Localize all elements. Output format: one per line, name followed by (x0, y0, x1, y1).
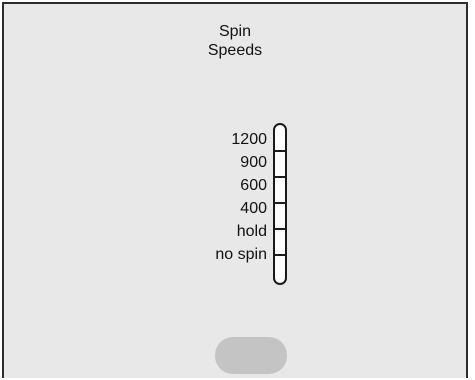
spin-speed-panel: Spin Speeds 1200 900 600 400 hold no spi… (2, 2, 468, 378)
indicator-divider (275, 176, 285, 178)
speed-option-1200[interactable]: 1200 (215, 128, 267, 151)
indicator-divider (275, 254, 285, 256)
speed-labels: 1200 900 600 400 hold no spin (215, 128, 267, 266)
indicator-divider (275, 202, 285, 204)
title-line-1: Spin (218, 23, 252, 40)
title-line-2: Speeds (207, 42, 263, 59)
select-button[interactable] (215, 337, 287, 374)
speed-option-600[interactable]: 600 (215, 174, 267, 197)
speed-option-900[interactable]: 900 (215, 151, 267, 174)
indicator-divider (275, 228, 285, 230)
panel-title: Spin Speeds (4, 22, 466, 60)
speed-option-no-spin[interactable]: no spin (215, 243, 267, 266)
speed-option-400[interactable]: 400 (215, 197, 267, 220)
indicator-divider (275, 150, 285, 152)
speed-option-hold[interactable]: hold (215, 220, 267, 243)
speed-level-indicator[interactable] (273, 123, 287, 285)
